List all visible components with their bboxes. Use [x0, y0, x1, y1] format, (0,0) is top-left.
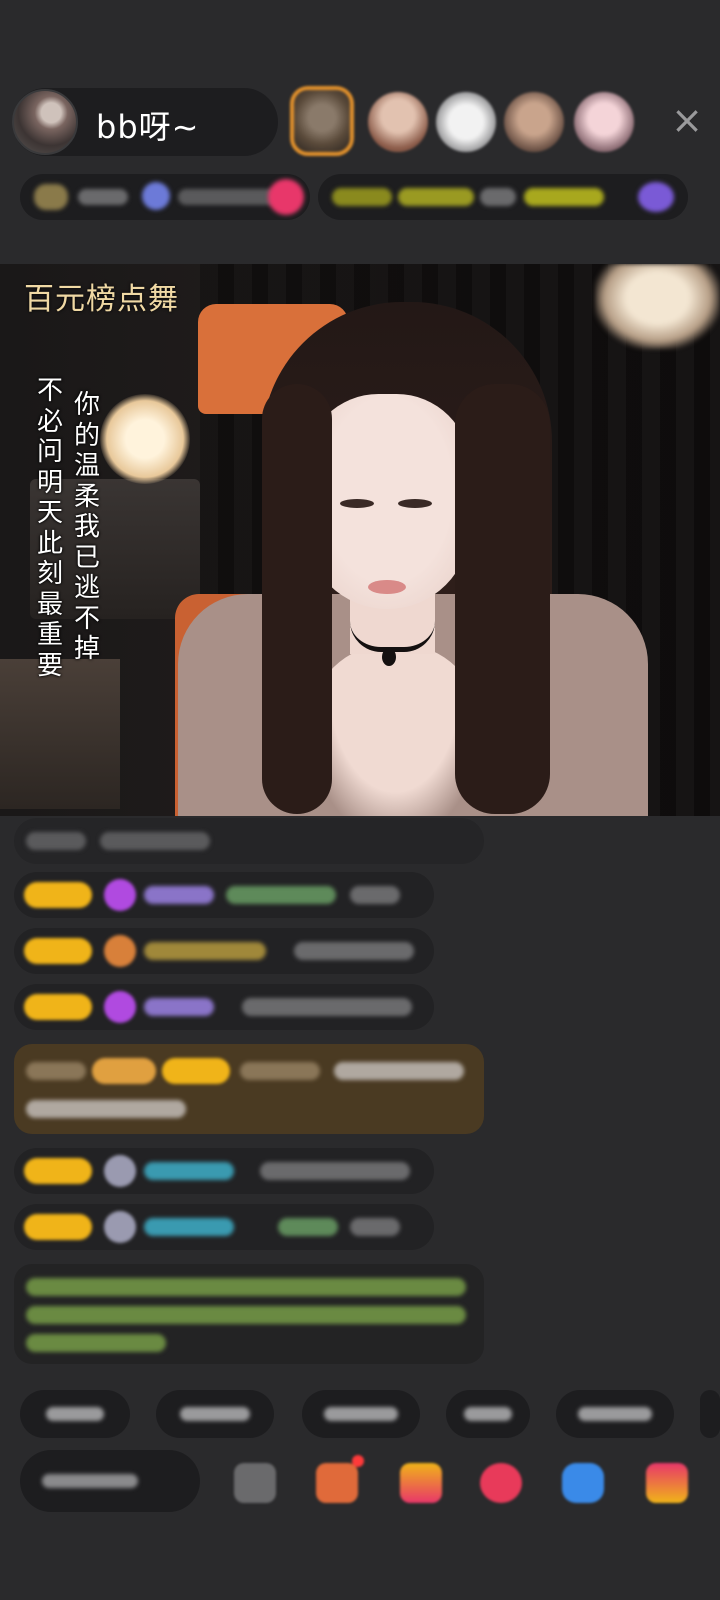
viewer-avatar-5[interactable] [574, 92, 634, 152]
announcement-icon [638, 182, 674, 212]
notification-dot [352, 1455, 364, 1467]
chat-message-4[interactable] [14, 1148, 434, 1194]
red-packet-icon[interactable] [400, 1463, 442, 1503]
quick-reply-text [578, 1407, 652, 1421]
diamond-icon [104, 879, 136, 911]
chat-message-gift[interactable] [14, 1044, 484, 1134]
streamer-lips [368, 580, 406, 594]
chat-text [242, 998, 412, 1016]
viewer-avatar-3[interactable] [436, 92, 496, 152]
lamp [100, 394, 190, 484]
level-badge [24, 1158, 92, 1184]
quick-reply-text [180, 1407, 250, 1421]
quick-reply-6[interactable] [700, 1390, 720, 1438]
quick-reply-5[interactable] [556, 1390, 674, 1438]
viewer-avatar-1[interactable] [290, 86, 354, 156]
shelf [0, 659, 120, 809]
chat-username [144, 998, 214, 1016]
host-info-pill[interactable]: bb呀~ [12, 88, 278, 156]
chandelier [595, 264, 720, 349]
fans-icon [142, 182, 170, 210]
user-avatar-icon [104, 1211, 136, 1243]
gift-box-icon[interactable] [316, 1455, 364, 1503]
hot-icon [268, 179, 304, 215]
chat-message-3[interactable] [14, 984, 434, 1030]
lyric-left: 不必问明天此刻最重要 [36, 376, 63, 681]
quick-reply-text [324, 1407, 398, 1421]
vip-badge [92, 1058, 156, 1084]
level-badge [24, 938, 92, 964]
chat-text [100, 832, 210, 850]
fans-text [178, 189, 278, 205]
chat-username [144, 886, 214, 904]
quick-reply-text [46, 1407, 104, 1421]
chat-message-1[interactable] [14, 872, 434, 918]
chat-text [226, 886, 336, 904]
streamer-pendant [382, 648, 396, 666]
video-title: 百元榜点舞 [24, 282, 179, 317]
live-video[interactable]: 百元榜点舞 你的温柔我已逃不掉 不必问明天此刻最重要 [0, 264, 720, 816]
quick-reply-4[interactable] [446, 1390, 530, 1438]
quick-reply-2[interactable] [156, 1390, 274, 1438]
chat-username [144, 1162, 234, 1180]
level-badge [24, 882, 92, 908]
chat-text [350, 1218, 400, 1236]
share-icon[interactable] [562, 1463, 604, 1503]
streamer-hair-right [455, 384, 550, 814]
chat-text [350, 886, 400, 904]
level-badge [24, 1214, 92, 1240]
chat-input-placeholder [42, 1474, 138, 1488]
announcement-text-3 [480, 188, 516, 206]
notice-text-line-3 [26, 1334, 166, 1352]
streamer-hair-left [262, 384, 332, 814]
chat-text [294, 942, 414, 960]
level-badge [24, 994, 92, 1020]
diamond-icon [104, 991, 136, 1023]
chat-username [240, 1062, 320, 1080]
chat-text [26, 1062, 86, 1080]
announcement-text-2 [398, 188, 474, 206]
chat-text [278, 1218, 338, 1236]
viewer-avatar-2[interactable] [368, 92, 428, 152]
gift-icon[interactable] [646, 1463, 688, 1503]
chat-message-0[interactable] [14, 818, 484, 864]
game-icon[interactable] [480, 1463, 522, 1503]
chat-input[interactable] [20, 1450, 200, 1512]
system-notice [14, 1264, 484, 1364]
quick-reply-3[interactable] [302, 1390, 420, 1438]
chat-username [144, 942, 266, 960]
chat-text [26, 1100, 186, 1118]
rank-badge-icon [34, 184, 68, 210]
host-name: bb呀~ [96, 108, 200, 146]
level-badge [162, 1058, 230, 1084]
host-avatar[interactable] [12, 89, 78, 155]
user-avatar-icon [104, 1155, 136, 1187]
quick-reply-text [464, 1407, 512, 1421]
notice-text-line-2 [26, 1306, 466, 1324]
chat-username [144, 1218, 234, 1236]
streamer-eye-right [398, 499, 432, 508]
chat-text [26, 832, 86, 850]
chat-message-5[interactable] [14, 1204, 434, 1250]
chat-text [260, 1162, 410, 1180]
notice-text-line-1 [26, 1278, 466, 1296]
streamer-eye-left [340, 499, 374, 508]
viewer-avatar-4[interactable] [504, 92, 564, 152]
rank-text [78, 189, 128, 205]
quick-reply-1[interactable] [20, 1390, 130, 1438]
lyric-right: 你的温柔我已逃不掉 [73, 390, 100, 664]
hand-icon [104, 935, 136, 967]
close-icon[interactable]: × [671, 100, 703, 140]
chat-text [334, 1062, 464, 1080]
announcement-text-1 [332, 188, 392, 206]
chat-message-2[interactable] [14, 928, 434, 974]
message-icon[interactable] [234, 1463, 276, 1503]
announcement-strip[interactable] [318, 174, 688, 220]
announcement-text-4 [524, 188, 604, 206]
rank-strip[interactable] [20, 174, 310, 220]
